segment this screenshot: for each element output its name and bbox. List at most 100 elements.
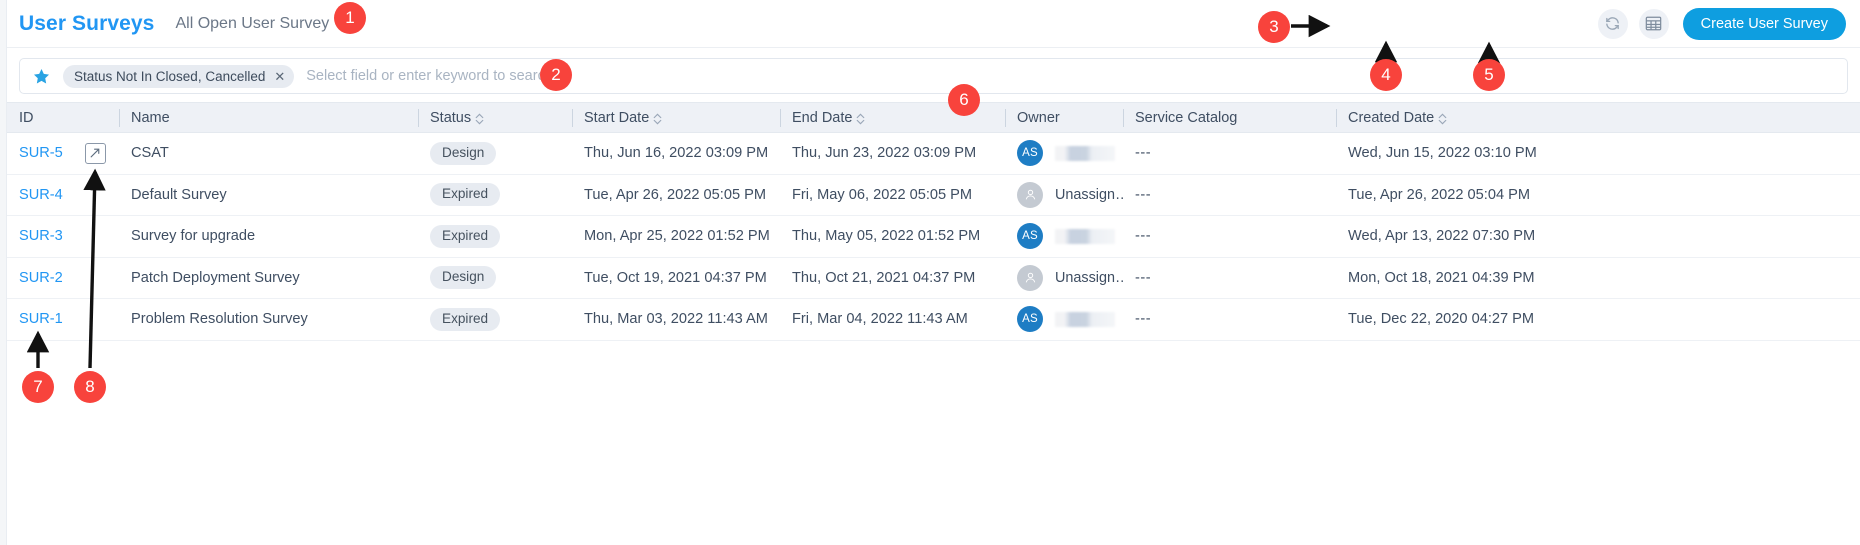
- owner-name: Unassign…: [1055, 269, 1123, 286]
- sort-icon[interactable]: [856, 113, 865, 125]
- column-header-owner[interactable]: Owner: [1005, 102, 1123, 133]
- filter-chip[interactable]: Status Not In Closed, Cancelled ✕: [63, 64, 295, 88]
- cell-name: Survey for upgrade: [119, 215, 418, 258]
- status-badge: Design: [430, 141, 497, 165]
- table-header-row: ID Name Status Start Date End Date Owner…: [7, 102, 1860, 133]
- column-header-id[interactable]: ID: [7, 102, 119, 133]
- table-row[interactable]: SUR-4 Default Survey Expired Tue, Apr 26…: [7, 174, 1860, 216]
- annotation-marker-6: 6: [948, 84, 980, 116]
- owner-name-redacted: [1055, 311, 1115, 327]
- cell-created-date: Wed, Jun 15, 2022 03:10 PM: [1336, 132, 1860, 175]
- table-body: SUR-5 CSAT Design Thu, Jun 16, 2022 03:0…: [7, 132, 1860, 341]
- record-id-link[interactable]: SUR-1: [19, 311, 63, 327]
- avatar: AS: [1017, 223, 1043, 250]
- cell-owner: AS: [1005, 298, 1123, 341]
- owner-name-redacted: [1055, 145, 1115, 161]
- cell-start-date: Tue, Apr 26, 2022 05:05 PM: [572, 174, 780, 216]
- refresh-button[interactable]: [1597, 8, 1628, 39]
- sort-icon[interactable]: [475, 113, 484, 125]
- record-id-link[interactable]: SUR-3: [19, 228, 63, 244]
- cell-name: CSAT: [119, 132, 418, 175]
- column-header-name[interactable]: Name: [119, 102, 418, 133]
- grid-table-icon: [1645, 15, 1662, 32]
- cell-created-date: Mon, Oct 18, 2021 04:39 PM: [1336, 257, 1860, 299]
- table-row[interactable]: SUR-5 CSAT Design Thu, Jun 16, 2022 03:0…: [7, 132, 1860, 175]
- avatar: AS: [1017, 306, 1043, 333]
- cell-id: SUR-5: [7, 132, 119, 175]
- avatar-unassigned: [1017, 181, 1043, 208]
- column-header-label: Status: [430, 109, 472, 126]
- sort-icon[interactable]: [653, 113, 662, 125]
- annotation-marker-8: 8: [74, 371, 106, 403]
- view-selector-label: All Open User Survey: [175, 14, 330, 32]
- user-surveys-table: ID Name Status Start Date End Date Owner…: [7, 102, 1860, 341]
- cell-id: SUR-3: [7, 215, 119, 258]
- view-selector[interactable]: All Open User Survey: [175, 15, 351, 33]
- cell-name: Default Survey: [119, 174, 418, 216]
- cell-end-date: Fri, May 06, 2022 05:05 PM: [780, 174, 1005, 216]
- column-header-created-date[interactable]: Created Date: [1336, 102, 1860, 133]
- record-id-link[interactable]: SUR-4: [19, 187, 63, 203]
- search-bar-container: Status Not In Closed, Cancelled ✕: [7, 48, 1860, 102]
- annotation-marker-1: 1: [334, 2, 366, 34]
- external-link-icon[interactable]: [84, 142, 106, 164]
- cell-end-date: Fri, Mar 04, 2022 11:43 AM: [780, 298, 1005, 341]
- search-input[interactable]: [304, 67, 1837, 85]
- sort-icon[interactable]: [1438, 113, 1447, 125]
- cell-owner: AS: [1005, 132, 1123, 175]
- avatar-unassigned: [1017, 264, 1043, 291]
- cell-name: Patch Deployment Survey: [119, 257, 418, 299]
- annotation-marker-7: 7: [22, 371, 54, 403]
- annotation-marker-5: 5: [1473, 59, 1505, 91]
- annotation-marker-2: 2: [540, 59, 572, 91]
- column-header-label: End Date: [792, 109, 853, 126]
- cell-end-date: Thu, May 05, 2022 01:52 PM: [780, 215, 1005, 258]
- cell-status: Expired: [418, 215, 572, 258]
- column-header-status[interactable]: Status: [418, 102, 572, 133]
- table-row[interactable]: SUR-2 Patch Deployment Survey Design Tue…: [7, 257, 1860, 299]
- cell-name: Problem Resolution Survey: [119, 298, 418, 341]
- column-chooser-button[interactable]: [1638, 8, 1669, 39]
- annotation-marker-3: 3: [1258, 11, 1290, 43]
- create-user-survey-button[interactable]: Create User Survey: [1682, 7, 1846, 40]
- cell-service-catalog: ---: [1123, 298, 1336, 341]
- column-header-label: ID: [19, 109, 34, 126]
- cell-owner: AS: [1005, 215, 1123, 258]
- annotation-marker-4: 4: [1370, 59, 1402, 91]
- star-icon[interactable]: [30, 67, 52, 86]
- column-header-label: Start Date: [584, 109, 650, 126]
- left-edge-strip: [0, 0, 7, 545]
- column-header-service-catalog[interactable]: Service Catalog: [1123, 102, 1336, 133]
- cell-start-date: Tue, Oct 19, 2021 04:37 PM: [572, 257, 780, 299]
- status-badge: Expired: [430, 183, 501, 207]
- table-row[interactable]: SUR-1 Problem Resolution Survey Expired …: [7, 298, 1860, 341]
- search-bar[interactable]: Status Not In Closed, Cancelled ✕: [19, 58, 1848, 94]
- cell-owner: Unassign…: [1005, 174, 1123, 216]
- record-id-link[interactable]: SUR-2: [19, 270, 63, 286]
- record-id-link[interactable]: SUR-5: [19, 145, 63, 161]
- table-row[interactable]: SUR-3 Survey for upgrade Expired Mon, Ap…: [7, 215, 1860, 258]
- cell-owner: Unassign…: [1005, 257, 1123, 299]
- status-badge: Expired: [430, 224, 501, 248]
- column-header-start-date[interactable]: Start Date: [572, 102, 780, 133]
- cell-id: SUR-4: [7, 174, 119, 216]
- close-icon[interactable]: ✕: [274, 70, 285, 83]
- avatar: AS: [1017, 140, 1043, 167]
- cell-start-date: Thu, Mar 03, 2022 11:43 AM: [572, 298, 780, 341]
- column-header-label: Service Catalog: [1135, 109, 1238, 126]
- cell-service-catalog: ---: [1123, 215, 1336, 258]
- cell-id: SUR-1: [7, 298, 119, 341]
- cell-end-date: Thu, Jun 23, 2022 03:09 PM: [780, 132, 1005, 175]
- cell-start-date: Thu, Jun 16, 2022 03:09 PM: [572, 132, 780, 175]
- cell-status: Expired: [418, 298, 572, 341]
- cell-service-catalog: ---: [1123, 132, 1336, 175]
- page-title: User Surveys: [19, 11, 155, 35]
- cell-status: Expired: [418, 174, 572, 216]
- column-header-label: Name: [131, 109, 170, 126]
- cell-service-catalog: ---: [1123, 257, 1336, 299]
- column-header-label: Created Date: [1348, 109, 1435, 126]
- owner-name: Unassign…: [1055, 186, 1123, 203]
- user-surveys-page: User Surveys All Open User Survey Create…: [7, 0, 1860, 545]
- filter-chip-label: Status Not In Closed, Cancelled: [74, 68, 266, 84]
- cell-created-date: Wed, Apr 13, 2022 07:30 PM: [1336, 215, 1860, 258]
